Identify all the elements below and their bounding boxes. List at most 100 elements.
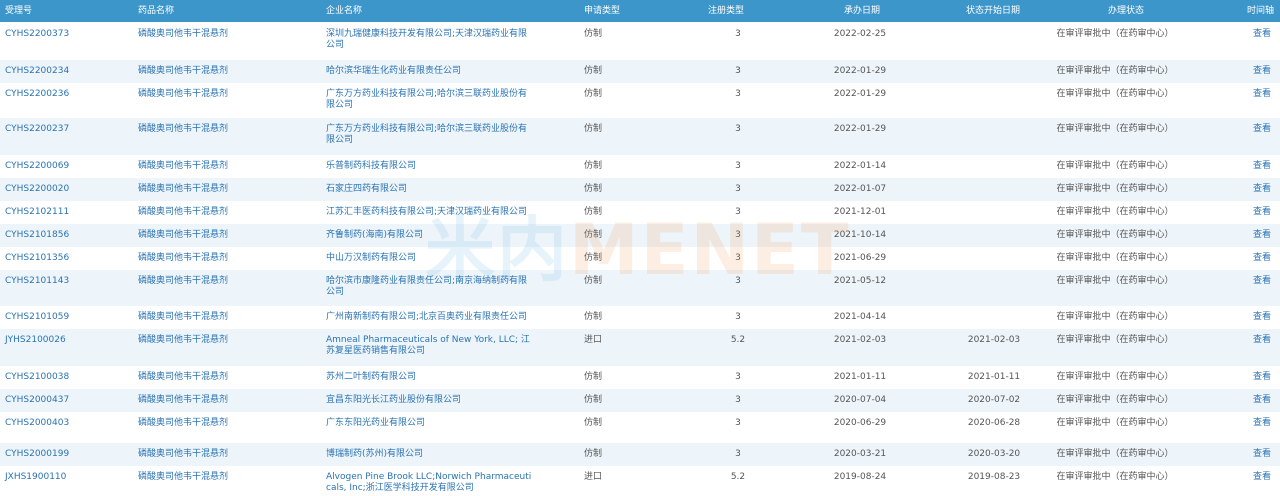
drug-name[interactable]: 磷酸奥司他韦干混悬剂	[138, 184, 288, 195]
view-timeline-link[interactable]: 查看	[1250, 207, 1274, 218]
company-name[interactable]: 深圳九瑞健康科技开发有限公司;天津汉瑞药业有限公司	[326, 29, 536, 51]
company-name[interactable]: 广东东阳光药业有限公司	[326, 418, 536, 429]
accept-no[interactable]: CYHS2200236	[5, 89, 125, 100]
company-name[interactable]: 苏州二叶制药有限公司	[326, 372, 536, 383]
table-row: CYHS2000199 磷酸奥司他韦干混悬剂 博瑞制药(苏州)有限公司 仿制 3 2020…	[0, 443, 1280, 466]
table-row: JYHS2100026 磷酸奥司他韦干混悬剂 Amneal Pharmaceutic…	[0, 329, 1280, 366]
company-name[interactable]: 哈尔滨华瑞生化药业有限责任公司	[326, 66, 536, 77]
drug-name[interactable]: 磷酸奥司他韦干混悬剂	[138, 124, 288, 135]
undertake-date: 2021-06-29	[833, 253, 887, 263]
table-row: CYHS2101856 磷酸奥司他韦干混悬剂 齐鲁制药(海南)有限公司 仿制 3 2021…	[0, 224, 1280, 247]
registration-type: 5.2	[730, 335, 746, 345]
drug-name[interactable]: 磷酸奥司他韦干混悬剂	[138, 230, 288, 241]
company-name[interactable]: 乐普制药科技有限公司	[326, 161, 536, 172]
view-timeline-link[interactable]: 查看	[1250, 372, 1274, 383]
view-timeline-link[interactable]: 查看	[1250, 335, 1274, 346]
drug-name[interactable]: 磷酸奥司他韦干混悬剂	[138, 418, 288, 429]
view-timeline-link[interactable]: 查看	[1250, 89, 1274, 100]
drug-name[interactable]: 磷酸奥司他韦干混悬剂	[138, 161, 288, 172]
status-text: 在审评审批中（在药审中心）	[1056, 472, 1174, 482]
drug-name[interactable]: 磷酸奥司他韦干混悬剂	[138, 276, 288, 287]
accept-no[interactable]: CYHS2200237	[5, 124, 125, 135]
registration-type: 3	[735, 312, 741, 322]
company-name[interactable]: 广州南新制药有限公司;北京百奥药业有限责任公司	[326, 312, 536, 323]
accept-no[interactable]: CYHS2102111	[5, 207, 125, 218]
table-row: CYHS2100038 磷酸奥司他韦干混悬剂 苏州二叶制药有限公司 仿制 3 2021-0…	[0, 366, 1280, 389]
view-timeline-link[interactable]: 查看	[1250, 418, 1274, 429]
drug-name[interactable]: 磷酸奥司他韦干混悬剂	[138, 29, 288, 40]
company-name[interactable]: 广东万方药业科技有限公司;哈尔滨三联药业股份有限公司	[326, 89, 536, 111]
table-row: CYHS2101143 磷酸奥司他韦干混悬剂 哈尔滨市康隆药业有限责任公司;南京海纳…	[0, 270, 1280, 306]
drug-name[interactable]: 磷酸奥司他韦干混悬剂	[138, 372, 288, 383]
application-type: 仿制	[584, 161, 603, 171]
header-reg-type[interactable]: 注册类型	[708, 0, 744, 22]
application-type: 仿制	[584, 372, 603, 382]
company-name[interactable]: 中山万汉制药有限公司	[326, 253, 536, 264]
view-timeline-link[interactable]: 查看	[1250, 472, 1274, 483]
undertake-date: 2022-01-14	[833, 161, 887, 171]
registration-type: 3	[735, 253, 741, 263]
accept-no[interactable]: CYHS2000437	[5, 395, 125, 406]
company-name[interactable]: 哈尔滨市康隆药业有限责任公司;南京海纳制药有限公司	[326, 276, 536, 298]
view-timeline-link[interactable]: 查看	[1250, 161, 1274, 172]
view-timeline-link[interactable]: 查看	[1250, 253, 1274, 264]
registration-type: 3	[735, 89, 741, 99]
view-timeline-link[interactable]: 查看	[1250, 395, 1274, 406]
table-row: CYHS2102111 磷酸奥司他韦干混悬剂 江苏汇丰医药科技有限公司;天津汉瑞药业…	[0, 201, 1280, 224]
view-timeline-link[interactable]: 查看	[1250, 29, 1274, 40]
company-name[interactable]: 江苏汇丰医药科技有限公司;天津汉瑞药业有限公司	[326, 207, 536, 218]
company-name[interactable]: 博瑞制药(苏州)有限公司	[326, 449, 536, 460]
drug-name[interactable]: 磷酸奥司他韦干混悬剂	[138, 395, 288, 406]
accept-no[interactable]: CYHS2101856	[5, 230, 125, 241]
header-app-type[interactable]: 申请类型	[584, 0, 620, 22]
drug-name[interactable]: 磷酸奥司他韦干混悬剂	[138, 335, 288, 346]
table-header: 受理号 药品名称 企业名称 申请类型 注册类型 承办日期 状态开始日期 办理状态…	[0, 0, 1280, 22]
drug-name[interactable]: 磷酸奥司他韦干混悬剂	[138, 449, 288, 460]
view-timeline-link[interactable]: 查看	[1250, 230, 1274, 241]
accept-no[interactable]: CYHS2200020	[5, 184, 125, 195]
drug-name[interactable]: 磷酸奥司他韦干混悬剂	[138, 207, 288, 218]
company-name[interactable]: 宜昌东阳光长江药业股份有限公司	[326, 395, 536, 406]
header-undertake-date[interactable]: 承办日期	[844, 0, 880, 22]
undertake-date: 2020-03-21	[833, 449, 887, 459]
company-name[interactable]: Amneal Pharmaceuticals of New York, LLC;…	[326, 335, 536, 357]
accept-no[interactable]: CYHS2101059	[5, 312, 125, 323]
company-name[interactable]: 齐鲁制药(海南)有限公司	[326, 230, 536, 241]
company-name[interactable]: Alvogen Pine Brook LLC;Norwich Pharmaceu…	[326, 472, 536, 494]
undertake-date: 2022-01-29	[833, 66, 887, 76]
view-timeline-link[interactable]: 查看	[1250, 124, 1274, 135]
header-timeline[interactable]: 时间轴	[1247, 0, 1274, 22]
accept-no[interactable]: CYHS2200373	[5, 29, 125, 40]
accept-no[interactable]: JXHS1900110	[5, 472, 125, 483]
registration-type: 3	[735, 207, 741, 217]
header-state-start[interactable]: 状态开始日期	[966, 0, 1020, 22]
drug-name[interactable]: 磷酸奥司他韦干混悬剂	[138, 312, 288, 323]
drug-name[interactable]: 磷酸奥司他韦干混悬剂	[138, 253, 288, 264]
accept-no[interactable]: CYHS2000403	[5, 418, 125, 429]
view-timeline-link[interactable]: 查看	[1250, 312, 1274, 323]
view-timeline-link[interactable]: 查看	[1250, 66, 1274, 77]
status-text: 在审评审批中（在药审中心）	[1056, 335, 1174, 345]
undertake-date: 2022-02-25	[833, 29, 887, 39]
view-timeline-link[interactable]: 查看	[1250, 449, 1274, 460]
accept-no[interactable]: CYHS2100038	[5, 372, 125, 383]
company-name[interactable]: 石家庄四药有限公司	[326, 184, 536, 195]
view-timeline-link[interactable]: 查看	[1250, 276, 1274, 287]
application-type: 仿制	[584, 312, 603, 322]
drug-name[interactable]: 磷酸奥司他韦干混悬剂	[138, 66, 288, 77]
header-accept-no[interactable]: 受理号	[5, 0, 32, 22]
accept-no[interactable]: CYHS2101356	[5, 253, 125, 264]
accept-no[interactable]: CYHS2101143	[5, 276, 125, 287]
accept-no[interactable]: CYHS2200234	[5, 66, 125, 77]
drug-name[interactable]: 磷酸奥司他韦干混悬剂	[138, 472, 288, 483]
company-name[interactable]: 广东万方药业科技有限公司;哈尔滨三联药业股份有限公司	[326, 124, 536, 146]
header-drug-name[interactable]: 药品名称	[138, 0, 174, 22]
drug-name[interactable]: 磷酸奥司他韦干混悬剂	[138, 89, 288, 100]
header-company[interactable]: 企业名称	[326, 0, 362, 22]
accept-no[interactable]: CYHS2200069	[5, 161, 125, 172]
header-status[interactable]: 办理状态	[1108, 0, 1144, 22]
registration-type: 3	[735, 124, 741, 134]
accept-no[interactable]: JYHS2100026	[5, 335, 125, 346]
accept-no[interactable]: CYHS2000199	[5, 449, 125, 460]
view-timeline-link[interactable]: 查看	[1250, 184, 1274, 195]
